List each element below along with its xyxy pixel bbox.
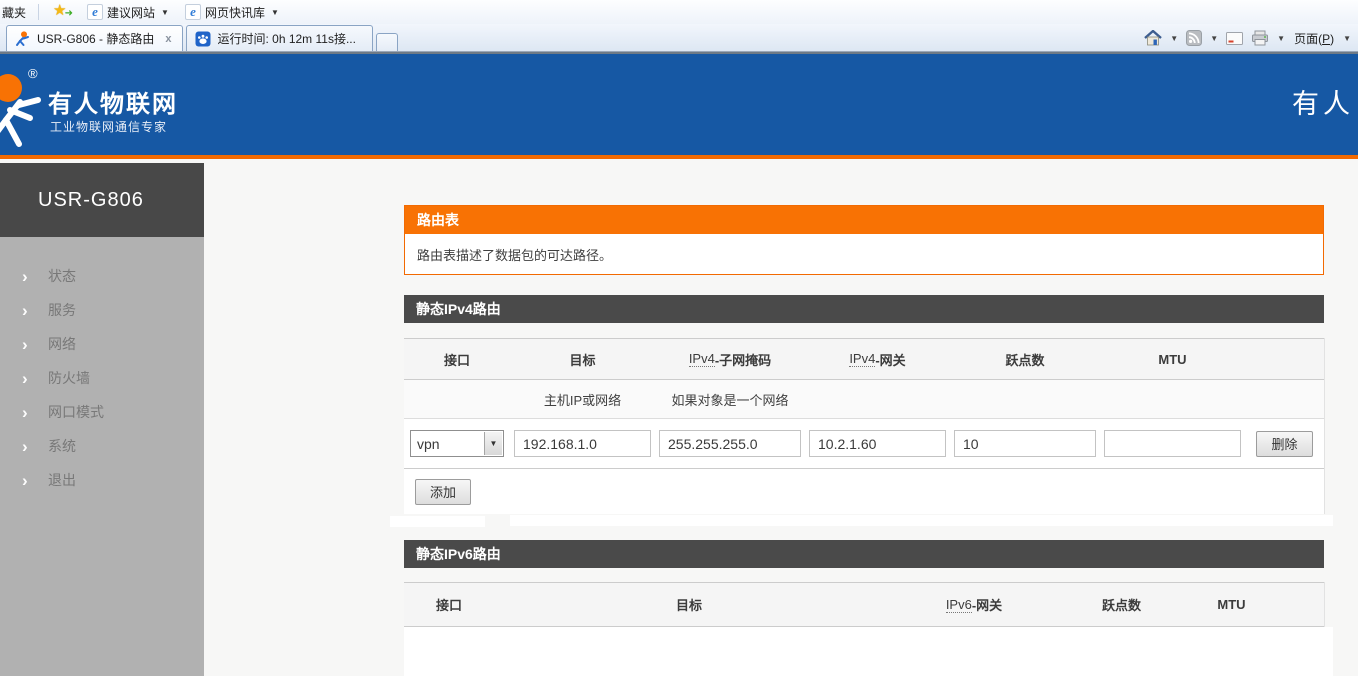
page-strip [510, 515, 1333, 526]
ipv6-table-header-row: 接口 目标 IPv6-网关 跃点数 MTU [404, 582, 1324, 627]
col-header-mtu: MTU [1100, 339, 1245, 379]
ipv4-route-row: vpn ▼ [404, 419, 1324, 469]
separator [38, 4, 39, 20]
col-header-netmask: IPv4-子网掩码 [655, 339, 805, 379]
usr-logo-icon: ® [0, 60, 50, 155]
paw-favicon-icon [195, 31, 211, 47]
usr-favicon-icon [15, 31, 31, 47]
ipv6-routes-table: 接口 目标 IPv6-网关 跃点数 MTU [404, 582, 1325, 627]
print-button[interactable] [1248, 28, 1272, 48]
route-table-title: 路由表 [405, 206, 1323, 234]
web-slices-label: 网页快讯库 [205, 4, 265, 21]
col-header-target: 目标 [510, 339, 655, 379]
page-menu-button[interactable]: 页面(P) [1290, 30, 1338, 47]
col-header-gateway: IPv4-网关 [805, 339, 950, 379]
metric-input[interactable] [954, 430, 1096, 457]
home-button[interactable] [1141, 28, 1165, 48]
col-header-gateway: IPv6-网关 [884, 583, 1064, 626]
col-header-metric: 跃点数 [1064, 583, 1179, 626]
col-header-actions [1245, 339, 1324, 379]
svg-text:®: ® [28, 66, 38, 81]
subheader-netmask-hint: 如果对象是一个网络 [655, 380, 805, 418]
tab-usr-g806[interactable]: USR-G806 - 静态路由 x [6, 25, 183, 51]
interface-select-value: vpn [411, 436, 440, 452]
star-add-favorite-icon: ★➜ [53, 4, 71, 20]
col-header-metric: 跃点数 [950, 339, 1100, 379]
suggested-sites-label: 建议网站 [107, 4, 155, 21]
tab-title: USR-G806 - 静态路由 [37, 30, 154, 47]
delete-button[interactable]: 删除 [1256, 431, 1312, 457]
ipv4-table-header-row: 接口 目标 IPv4-子网掩码 IPv4-网关 跃点数 [404, 338, 1324, 380]
page-menu-dropdown-icon[interactable]: ▼ [1340, 34, 1354, 43]
ipv6-section-header: 静态IPv6路由 [404, 540, 1324, 568]
feeds-button[interactable] [1183, 28, 1205, 48]
add-button[interactable]: 添加 [415, 479, 471, 505]
ipv4-table-subheader-row: 主机IP或网络 如果对象是一个网络 [404, 380, 1324, 419]
page-strip [390, 516, 485, 527]
ie-page-icon: e [87, 4, 103, 20]
print-dropdown-icon[interactable]: ▼ [1274, 34, 1288, 43]
ipv4-section-header: 静态IPv4路由 [404, 295, 1324, 323]
col-header-target: 目标 [494, 583, 884, 626]
brand-subtitle: 工业物联网通信专家 [50, 118, 167, 135]
home-icon [1144, 30, 1162, 46]
ipv4-routes-table: 接口 目标 IPv4-子网掩码 IPv4-网关 跃点数 [404, 338, 1325, 514]
page-viewport: ® 有人物联网 工业物联网通信专家 有人 USR-G806 [0, 52, 1358, 676]
gateway-input[interactable] [809, 430, 946, 457]
rss-icon [1186, 30, 1202, 46]
route-table-description: 路由表描述了数据包的可达路径。 [405, 234, 1323, 274]
tab-runtime[interactable]: 运行时间: 0h 12m 11s接... [186, 25, 373, 51]
target-input[interactable] [514, 430, 651, 457]
site-header: ® 有人物联网 工业物联网通信专家 有人 [0, 54, 1358, 159]
tab-title: 运行时间: 0h 12m 11s接... [217, 30, 356, 47]
interface-select[interactable]: vpn ▼ [410, 430, 504, 457]
mail-icon [1226, 32, 1243, 45]
col-header-mtu: MTU [1179, 583, 1284, 626]
col-header-interface: 接口 [404, 339, 510, 379]
brand-title: 有人物联网 [48, 84, 178, 119]
ie-page-icon: e [185, 4, 201, 20]
ipv6-table-body [404, 627, 1333, 676]
select-dropdown-icon[interactable]: ▼ [484, 432, 502, 455]
printer-icon [1251, 30, 1269, 46]
mtu-input[interactable] [1104, 430, 1241, 457]
suggested-sites-button[interactable]: e 建议网站 ▼ [79, 1, 177, 23]
brand-right-text: 有人 [1292, 82, 1354, 121]
tab-close-icon[interactable]: x [162, 33, 174, 45]
browser-window: 藏夹 ★➜ e 建议网站 ▼ e 网页快讯库 ▼ [0, 0, 1358, 676]
netmask-input[interactable] [659, 430, 801, 457]
new-tab-button[interactable] [376, 33, 398, 51]
feeds-dropdown-icon[interactable]: ▼ [1207, 34, 1221, 43]
col-header-interface: 接口 [404, 583, 494, 626]
home-dropdown-icon[interactable]: ▼ [1167, 34, 1181, 43]
favorites-label[interactable]: 藏夹 [0, 4, 32, 21]
web-slices-button[interactable]: e 网页快讯库 ▼ [177, 1, 287, 23]
chevron-down-icon: ▼ [271, 8, 279, 17]
command-bar: ▼ ▼ ▼ 页面(P) ▼ [1141, 24, 1354, 52]
read-mail-button[interactable] [1223, 30, 1246, 47]
add-favorite-button[interactable]: ★➜ [45, 1, 79, 23]
ipv4-add-row: 添加 [404, 469, 1324, 514]
favorites-bar: 藏夹 ★➜ e 建议网站 ▼ e 网页快讯库 ▼ [0, 0, 1358, 24]
subheader-target-hint: 主机IP或网络 [510, 380, 655, 418]
chevron-down-icon: ▼ [161, 8, 169, 17]
main-content: 路由表 路由表描述了数据包的可达路径。 静态IPv4路由 接口 目标 IPv4-… [0, 163, 1358, 676]
route-table-box: 路由表 路由表描述了数据包的可达路径。 [404, 205, 1324, 275]
